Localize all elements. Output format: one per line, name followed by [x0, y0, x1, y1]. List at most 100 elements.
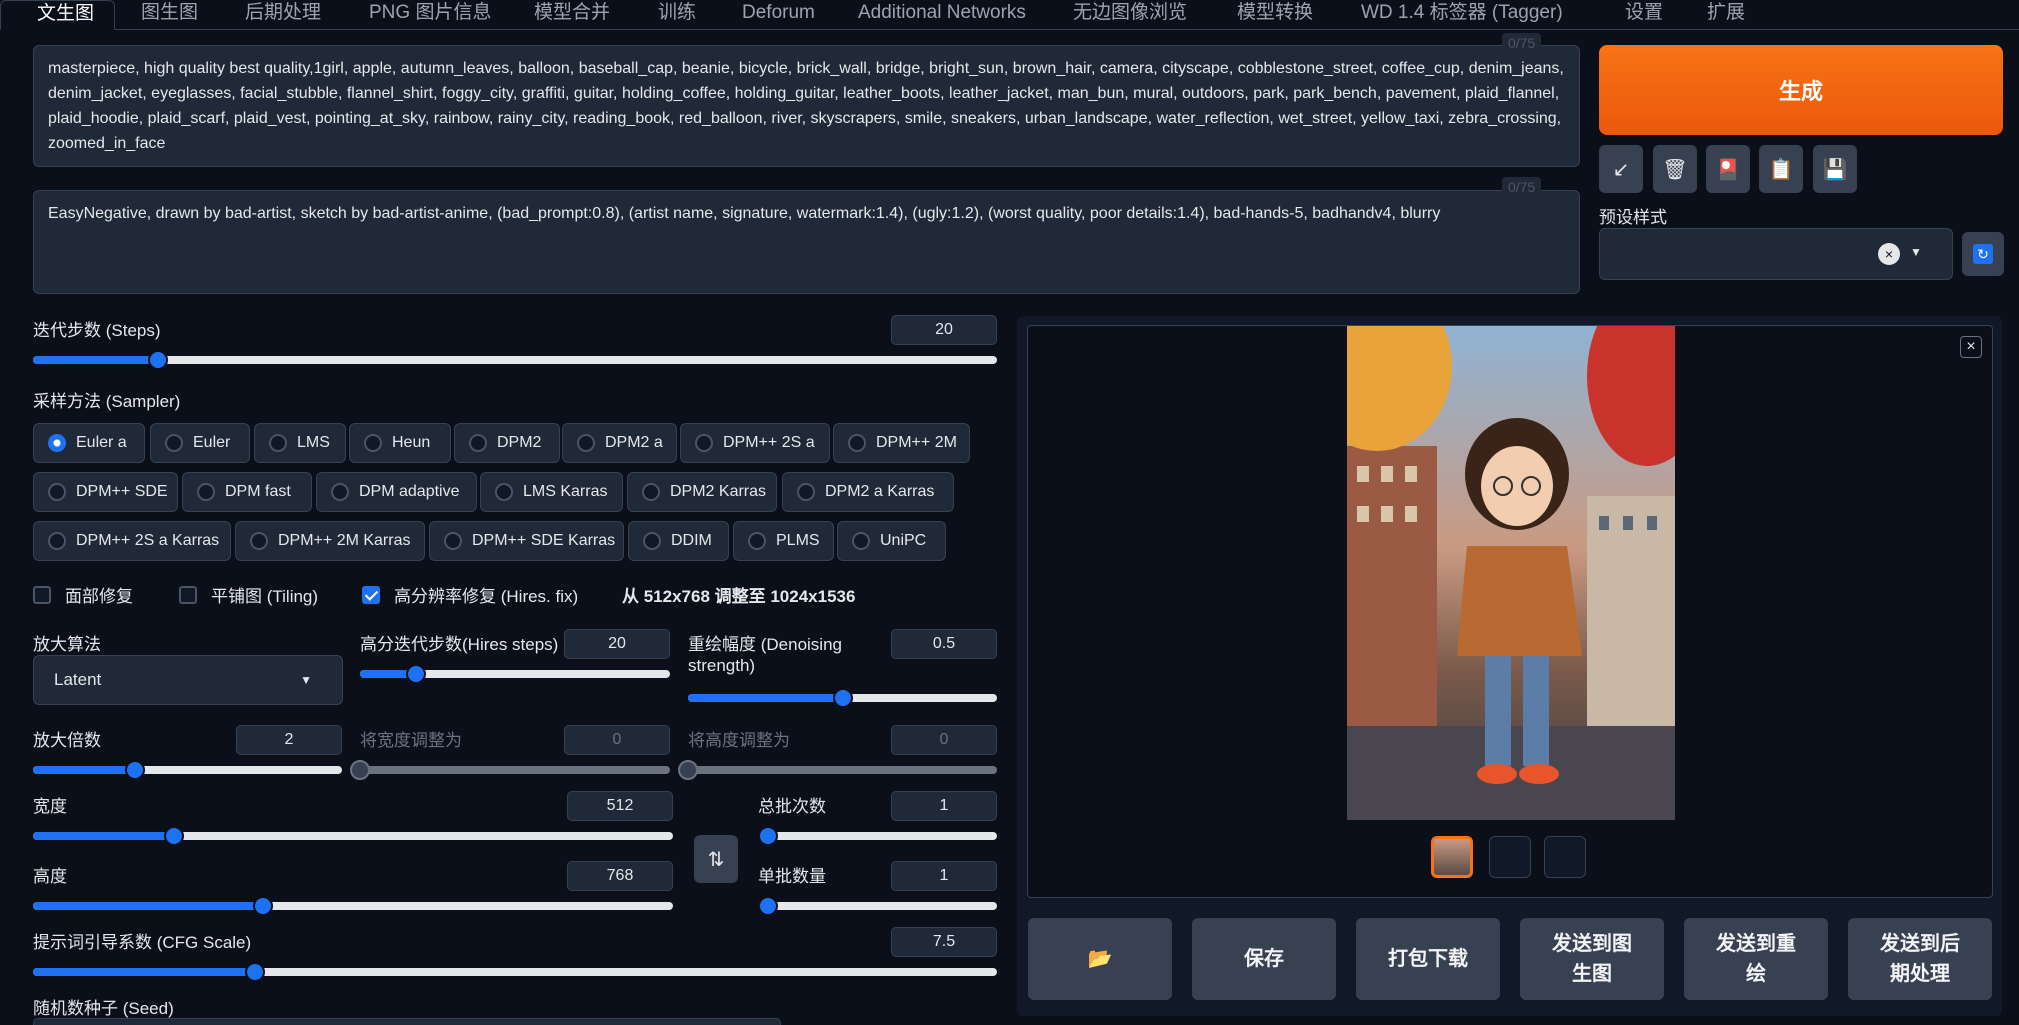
radio-icon: [197, 483, 215, 501]
sampler-option[interactable]: DPM adaptive: [316, 472, 477, 512]
upscale-by-input[interactable]: 2: [236, 725, 342, 755]
clear-icon[interactable]: ×: [1878, 243, 1900, 265]
hires-steps-slider[interactable]: [360, 664, 670, 684]
resize-height-input[interactable]: 0: [891, 725, 997, 755]
tab-image-browser[interactable]: 无边图像浏览: [1073, 0, 1187, 30]
generated-image[interactable]: [1347, 326, 1675, 820]
sampler-option[interactable]: UniPC: [837, 521, 946, 561]
sampler-option[interactable]: Euler: [150, 423, 250, 463]
close-icon[interactable]: ×: [1960, 336, 1982, 358]
sampler-option-label: DPM++ 2M Karras: [278, 532, 411, 549]
hires-steps-input[interactable]: 20: [564, 629, 670, 659]
cfg-input[interactable]: 7.5: [891, 927, 997, 957]
read-params-button[interactable]: ↙: [1599, 145, 1643, 193]
batch-size-input[interactable]: 1: [891, 861, 997, 891]
sampler-option[interactable]: DDIM: [628, 521, 729, 561]
tab-settings[interactable]: 设置: [1625, 0, 1663, 30]
steps-label: 迭代步数 (Steps): [33, 321, 161, 340]
width-input[interactable]: 512: [567, 791, 673, 821]
sampler-option-label: DPM++ SDE: [76, 483, 168, 500]
negative-prompt-input[interactable]: EasyNegative, drawn by bad-artist, sketc…: [33, 190, 1580, 294]
sampler-option[interactable]: DPM fast: [182, 472, 312, 512]
sampler-option[interactable]: DPM2 a Karras: [782, 472, 954, 512]
sampler-option[interactable]: DPM2 a: [562, 423, 677, 463]
tab-extras[interactable]: 后期处理: [245, 0, 321, 30]
sampler-option[interactable]: PLMS: [733, 521, 834, 561]
generate-button[interactable]: 生成: [1599, 45, 2003, 135]
tab-png-info[interactable]: PNG 图片信息: [369, 0, 491, 30]
apply-style-button[interactable]: 📋: [1759, 145, 1803, 193]
tab-train[interactable]: 训练: [658, 0, 696, 30]
tab-model-convert[interactable]: 模型转换: [1237, 0, 1313, 30]
save-style-button[interactable]: 💾: [1813, 145, 1857, 193]
send-to-extras-label-2: 期处理: [1890, 963, 1950, 985]
denoising-slider[interactable]: [688, 688, 997, 708]
cfg-slider[interactable]: [33, 962, 997, 982]
upscale-by-slider[interactable]: [33, 760, 342, 780]
send-to-img2img-button[interactable]: 发送到图 生图: [1520, 918, 1664, 1000]
batch-count-input[interactable]: 1: [891, 791, 997, 821]
seed-input[interactable]: [33, 1018, 781, 1025]
sampler-option-label: DPM fast: [225, 483, 291, 500]
tab-deforum[interactable]: Deforum: [742, 0, 815, 30]
tab-img2img[interactable]: 图生图: [141, 0, 198, 30]
resize-height-slider[interactable]: [678, 760, 997, 780]
preset-style-dropdown[interactable]: × ▼: [1599, 228, 1953, 280]
sampler-option[interactable]: DPM2 Karras: [627, 472, 777, 512]
cfg-label: 提示词引导系数 (CFG Scale): [33, 933, 252, 952]
sampler-option[interactable]: DPM++ 2M: [833, 423, 970, 463]
tab-extensions[interactable]: 扩展: [1707, 0, 1745, 30]
steps-input[interactable]: 20: [891, 315, 997, 345]
resize-width-input[interactable]: 0: [564, 725, 670, 755]
resize-width-slider[interactable]: [350, 760, 670, 780]
zip-download-button[interactable]: 打包下载: [1356, 918, 1500, 1000]
batch-size-slider[interactable]: [758, 896, 997, 916]
sampler-option[interactable]: DPM++ 2M Karras: [235, 521, 425, 561]
sampler-option[interactable]: Heun: [349, 423, 451, 463]
radio-icon: [250, 532, 268, 550]
send-to-img2img-label-1: 发送到图: [1552, 933, 1632, 955]
sampler-option[interactable]: DPM++ SDE Karras: [429, 521, 624, 561]
face-restore-checkbox[interactable]: 面部修复: [33, 582, 133, 607]
tiling-checkbox[interactable]: 平铺图 (Tiling): [179, 582, 318, 607]
sampler-option[interactable]: DPM++ 2S a: [680, 423, 830, 463]
tab-bar: 文生图 图生图 后期处理 PNG 图片信息 模型合并 训练 Deforum Ad…: [0, 0, 2019, 30]
swap-dimensions-button[interactable]: ⇅: [694, 835, 738, 883]
gallery-thumbnail[interactable]: [1489, 836, 1531, 878]
sampler-option[interactable]: LMS Karras: [480, 472, 623, 512]
extra-networks-button[interactable]: 🎴: [1706, 145, 1750, 193]
height-input[interactable]: 768: [567, 861, 673, 891]
send-to-inpaint-button[interactable]: 发送到重绘: [1684, 918, 1828, 1000]
sampler-option[interactable]: Euler a: [33, 423, 145, 463]
save-button[interactable]: 保存: [1192, 918, 1336, 1000]
batch-count-slider[interactable]: [758, 826, 997, 846]
sampler-option[interactable]: DPM2: [454, 423, 560, 463]
open-folder-button[interactable]: 📂: [1028, 918, 1172, 1000]
sampler-option-label: Euler a: [76, 434, 127, 451]
positive-prompt-input[interactable]: masterpiece, high quality best quality,1…: [33, 45, 1580, 167]
refresh-styles-button[interactable]: ↻: [1962, 232, 2004, 276]
width-label: 宽度: [33, 797, 67, 816]
clear-prompt-button[interactable]: 🗑: [1653, 145, 1697, 193]
denoising-input[interactable]: 0.5: [891, 629, 997, 659]
tab-tagger[interactable]: WD 1.4 标签器 (Tagger): [1361, 0, 1563, 30]
sampler-option-label: DPM adaptive: [359, 483, 460, 500]
sampler-option[interactable]: DPM++ 2S a Karras: [33, 521, 231, 561]
gallery-thumbnail[interactable]: [1544, 836, 1586, 878]
tab-txt2img[interactable]: 文生图: [0, 0, 116, 30]
height-slider[interactable]: [33, 896, 673, 916]
steps-slider[interactable]: [33, 350, 997, 370]
send-to-extras-button[interactable]: 发送到后 期处理: [1848, 918, 1992, 1000]
tab-merge[interactable]: 模型合并: [534, 0, 610, 30]
send-to-extras-label-1: 发送到后: [1880, 933, 1960, 955]
tab-additional-networks[interactable]: Additional Networks: [858, 0, 1026, 30]
hires-fix-checkbox[interactable]: 高分辨率修复 (Hires. fix): [362, 582, 578, 607]
upscaler-dropdown[interactable]: Latent ▼: [33, 655, 343, 705]
gallery-thumbnail[interactable]: [1431, 836, 1473, 878]
generated-image-art: [1347, 326, 1675, 820]
width-slider[interactable]: [33, 826, 673, 846]
sampler-option[interactable]: DPM++ SDE: [33, 472, 178, 512]
tiling-label: 平铺图 (Tiling): [211, 587, 319, 606]
sampler-option[interactable]: LMS: [254, 423, 346, 463]
sampler-option-label: Euler: [193, 434, 231, 451]
